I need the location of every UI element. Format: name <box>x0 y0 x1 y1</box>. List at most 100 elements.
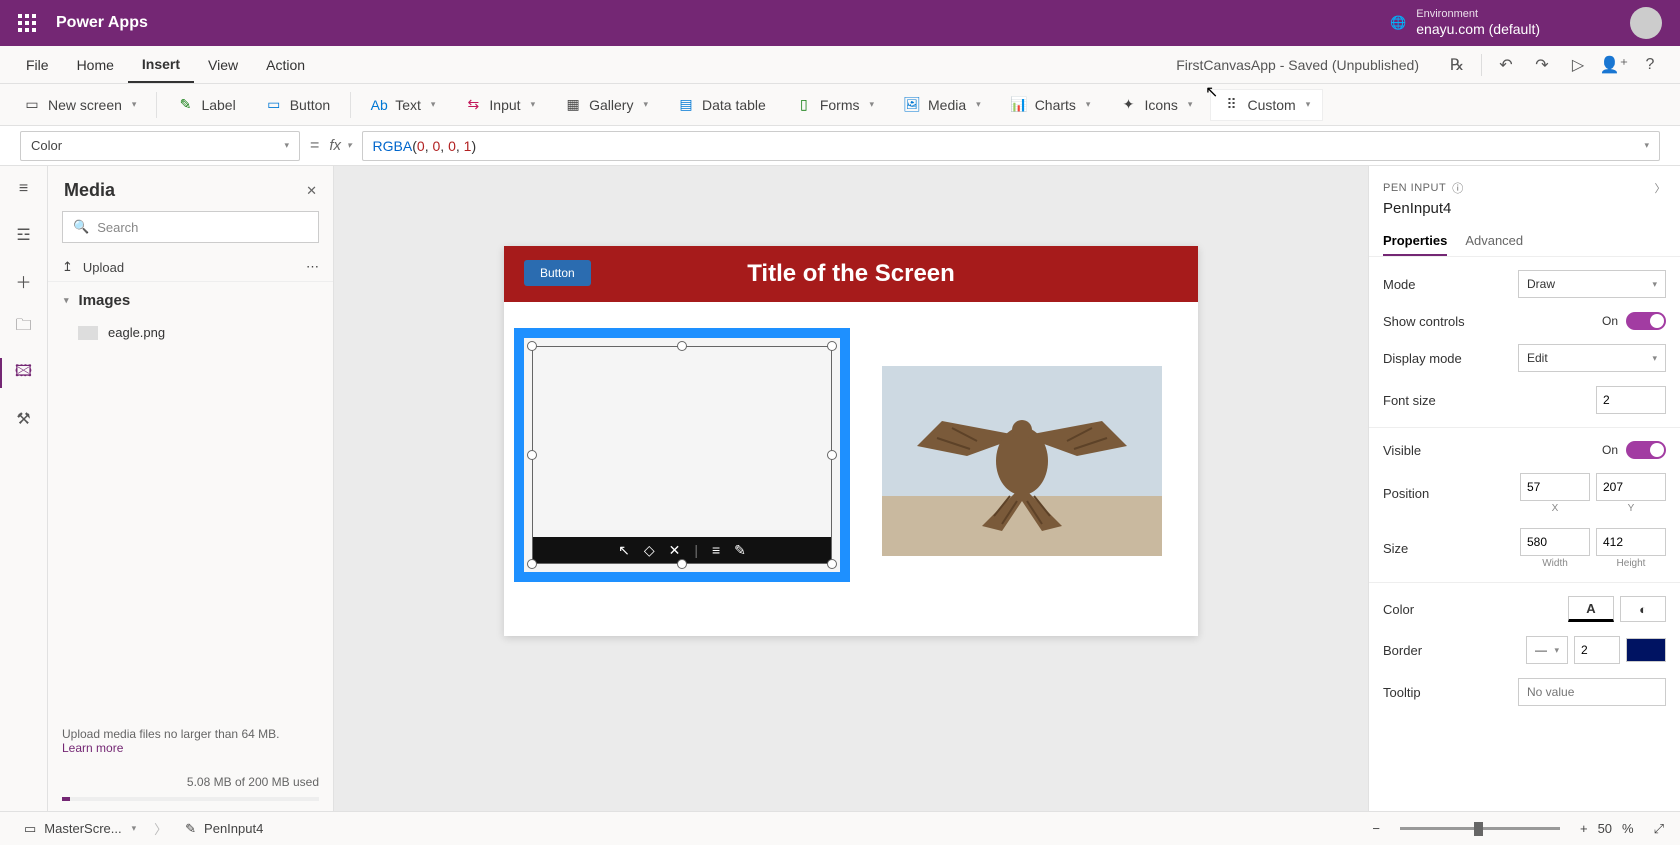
help-icon[interactable]: ? <box>1632 47 1668 83</box>
play-icon[interactable]: ▷ <box>1560 47 1596 83</box>
icons-dropdown[interactable]: ✦Icons▾ <box>1108 89 1204 121</box>
search-icon: 🔍 <box>73 219 89 235</box>
resize-handle[interactable] <box>527 341 537 351</box>
header-button[interactable]: Button <box>524 260 591 286</box>
hamburger-icon[interactable]: ≡ <box>13 178 35 200</box>
resize-handle[interactable] <box>527 450 537 460</box>
undo-icon[interactable]: ↶ <box>1488 47 1524 83</box>
border-style-select[interactable]: —▾ <box>1526 636 1568 664</box>
mode-select[interactable]: Draw▾ <box>1518 270 1666 298</box>
redo-icon[interactable]: ↷ <box>1524 47 1560 83</box>
pos-y-input[interactable] <box>1596 473 1666 501</box>
prop-size-label: Size <box>1383 541 1408 556</box>
document-title: FirstCanvasApp - Saved (Unpublished) <box>1176 57 1419 73</box>
share-icon[interactable]: 👤⁺ <box>1596 47 1632 83</box>
media-panel-title: Media <box>64 180 115 201</box>
charts-dropdown[interactable]: 📊Charts▾ <box>999 89 1103 121</box>
text-dropdown[interactable]: AbText▾ <box>359 89 447 121</box>
app-checker-icon[interactable]: ℞ <box>1439 47 1475 83</box>
search-placeholder: Search <box>97 220 138 235</box>
info-icon[interactable]: ⓘ <box>1452 180 1464 196</box>
eagle-image[interactable] <box>882 366 1162 556</box>
fx-icon[interactable]: fx▾ <box>329 137 351 154</box>
tree-view-icon[interactable]: ☲ <box>13 224 35 246</box>
resize-handle[interactable] <box>827 450 837 460</box>
menu-insert[interactable]: Insert <box>128 46 194 83</box>
font-color-button[interactable]: A <box>1568 596 1614 622</box>
height-input[interactable] <box>1596 528 1666 556</box>
zoom-in-button[interactable]: + <box>1580 821 1588 836</box>
screen-icon: ▭ <box>24 97 40 113</box>
upload-hint: Upload media files no larger than 64 MB. <box>62 727 319 741</box>
expand-formula-icon[interactable]: ▾ <box>1644 140 1649 151</box>
resize-handle[interactable] <box>677 341 687 351</box>
user-avatar[interactable] <box>1630 7 1662 39</box>
fill-color-button[interactable]: ◐ <box>1620 596 1666 622</box>
media-dropdown[interactable]: 🖼Media▾ <box>892 89 993 121</box>
tools-icon[interactable]: ⚒ <box>13 408 35 430</box>
breadcrumb-screen[interactable]: ▭MasterScre...▾ <box>16 819 144 839</box>
fit-screen-icon[interactable]: ⤢ <box>1654 821 1664 837</box>
breadcrumb-control[interactable]: ✎PenInput4 <box>177 819 271 839</box>
visible-toggle[interactable] <box>1626 441 1666 459</box>
pen-lines-icon[interactable]: ≡ <box>712 542 720 558</box>
media-search-input[interactable]: 🔍 Search <box>62 211 319 243</box>
pen-input-control[interactable]: ↖ ◇ ✕ | ≡ ✎ <box>514 328 850 582</box>
tooltip-input[interactable] <box>1518 678 1666 706</box>
properties-panel: PEN INPUT ⓘ 〉 PenInput4 Properties Advan… <box>1368 166 1680 811</box>
pen-clear-icon[interactable]: ✕ <box>669 542 681 559</box>
media-icon: 🖼 <box>904 97 920 113</box>
waffle-icon[interactable] <box>18 14 36 32</box>
formula-input[interactable]: RGBA(0, 0, 0, 1) ▾ <box>362 131 1660 161</box>
more-icon[interactable]: ⋯ <box>306 259 319 275</box>
expand-panel-icon[interactable]: 〉 <box>1655 180 1667 196</box>
environment-picker[interactable]: 🌐 Environment enayu.com (default) <box>1390 8 1540 38</box>
property-selector[interactable]: Color▾ <box>20 131 300 161</box>
media-rail-icon[interactable]: 🖾 <box>13 362 35 384</box>
fontsize-input[interactable] <box>1596 386 1666 414</box>
border-width-input[interactable] <box>1574 636 1620 664</box>
environment-value: enayu.com (default) <box>1416 21 1540 38</box>
data-icon[interactable]: 🗀 <box>13 316 35 338</box>
resize-handle[interactable] <box>827 341 837 351</box>
input-icon: ⇆ <box>465 97 481 113</box>
upload-button[interactable]: ↥Upload <box>62 259 124 275</box>
resize-handle[interactable] <box>527 559 537 569</box>
learn-more-link[interactable]: Learn more <box>62 741 123 755</box>
tab-properties[interactable]: Properties <box>1383 227 1447 256</box>
pen-draw-icon[interactable]: ✎ <box>734 542 746 559</box>
prop-mode-label: Mode <box>1383 277 1416 292</box>
insert-icon[interactable]: ＋ <box>13 270 35 292</box>
gallery-dropdown[interactable]: ▦Gallery▾ <box>553 89 660 121</box>
forms-dropdown[interactable]: ▯Forms▾ <box>784 89 886 121</box>
images-group[interactable]: ▾Images <box>48 282 333 319</box>
menu-file[interactable]: File <box>12 46 63 83</box>
label-button[interactable]: ✎Label <box>165 89 247 121</box>
menu-home[interactable]: Home <box>63 46 128 83</box>
control-name[interactable]: PenInput4 <box>1369 200 1680 227</box>
close-icon[interactable]: ✕ <box>306 183 317 199</box>
resize-handle[interactable] <box>677 559 687 569</box>
custom-dropdown[interactable]: ⠿Custom▾ <box>1210 89 1323 121</box>
design-canvas[interactable]: Button Title of the Screen ↖ ◇ ✕ | ≡ ✎ <box>334 166 1368 811</box>
tab-advanced[interactable]: Advanced <box>1465 227 1523 256</box>
resize-handle[interactable] <box>827 559 837 569</box>
storage-text: 5.08 MB of 200 MB used <box>62 775 319 789</box>
zoom-slider[interactable] <box>1400 827 1560 830</box>
formula-bar: Color▾ = fx▾ RGBA(0, 0, 0, 1) ▾ <box>0 126 1680 166</box>
border-color-swatch[interactable] <box>1626 638 1666 662</box>
pos-x-input[interactable] <box>1520 473 1590 501</box>
menu-view[interactable]: View <box>194 46 252 83</box>
media-file-item[interactable]: eagle.png <box>48 319 333 346</box>
input-dropdown[interactable]: ⇆Input▾ <box>453 89 547 121</box>
new-screen-button[interactable]: ▭New screen▾ <box>12 89 148 121</box>
displaymode-select[interactable]: Edit▾ <box>1518 344 1666 372</box>
pen-select-icon[interactable]: ↖ <box>618 542 630 559</box>
zoom-out-button[interactable]: − <box>1372 821 1380 836</box>
showcontrols-toggle[interactable] <box>1626 312 1666 330</box>
menu-action[interactable]: Action <box>252 46 319 83</box>
datatable-button[interactable]: ▤Data table <box>666 89 778 121</box>
button-button[interactable]: ▭Button <box>254 89 342 121</box>
pen-erase-icon[interactable]: ◇ <box>644 542 655 559</box>
width-input[interactable] <box>1520 528 1590 556</box>
